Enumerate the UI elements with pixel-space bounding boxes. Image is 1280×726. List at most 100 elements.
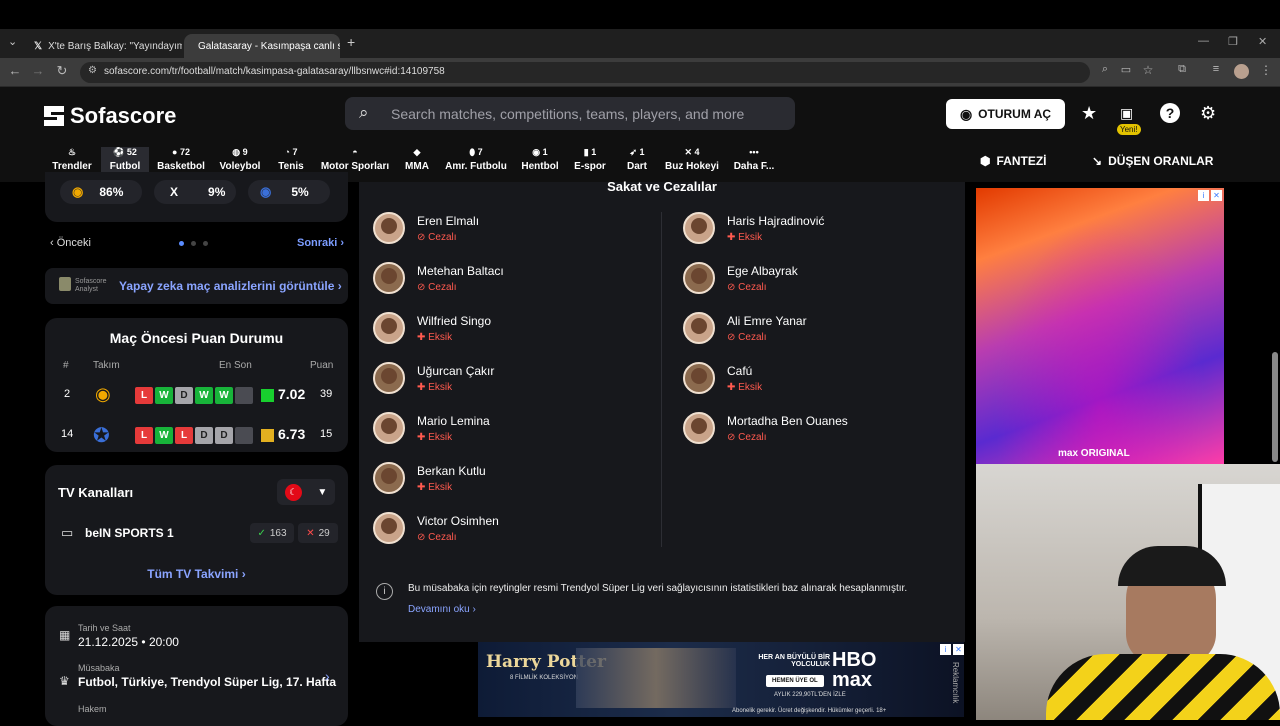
sport-tab-dart[interactable]: ➶ 1 Dart <box>620 147 654 181</box>
rating-note: Bu müsabaka için reytingler resmi Trendy… <box>408 583 908 594</box>
bottom-advertisement[interactable]: Harry Potter 8 FİLMLİK KOLEKSİYON HER AN… <box>478 642 964 717</box>
sport-count: 4 <box>694 147 700 157</box>
browser-tab[interactable]: 𝕏 X'te Barış Balkay: "Yayındayım. I ✕ <box>26 34 182 58</box>
sport-tab-amr-futbolu[interactable]: ⬮ 7 Amr. Futbolu <box>444 147 508 181</box>
settings-gear-icon[interactable]: ⚙ <box>1200 103 1216 124</box>
vote-down-button[interactable]: ✕ 29 <box>298 523 338 543</box>
minimize-icon[interactable]: — <box>1198 35 1209 47</box>
draw-probability[interactable]: X 9% <box>154 180 236 204</box>
close-window-icon[interactable]: ✕ <box>1258 35 1267 48</box>
ai-analysis-link[interactable]: Yapay zeka maç analizlerini görüntüle › <box>119 279 342 293</box>
injured-player-row[interactable]: Berkan Kutlu ✚ Eksik <box>373 458 486 498</box>
home-probability[interactable]: ◉ 86% <box>60 180 142 204</box>
forward-icon[interactable]: → <box>29 63 47 78</box>
side-advertisement[interactable]: i ✕ max ORIGINAL <box>976 188 1224 464</box>
browser-tab-active[interactable]: Galatasaray - Kasımpaşa canlı s ✕ <box>184 34 340 58</box>
match-date: 21.12.2025 <box>78 635 139 649</box>
pager-dot[interactable] <box>179 241 184 246</box>
read-more-label: Devamını oku <box>408 604 470 615</box>
sport-count: 9 <box>242 147 248 157</box>
sport-label: Trendler <box>52 161 92 172</box>
sport-tab-espor[interactable]: ▮ 1 E-spor <box>571 147 609 181</box>
ad-side-label: max ORIGINAL <box>1058 448 1130 459</box>
ad-info-icon[interactable]: i <box>940 644 951 655</box>
banner-cta-button[interactable]: HEMEN ÜYE OL <box>766 675 824 687</box>
form-badge: L <box>175 427 193 444</box>
ad-close-icon[interactable]: ✕ <box>953 644 964 655</box>
suspended-icon: ⊘ <box>727 431 739 443</box>
injured-player-row[interactable]: Victor Osimhen ⊘ Cezalı <box>373 508 499 548</box>
sofascore-logo[interactable]: Sofascore <box>44 103 176 129</box>
media-icon[interactable]: ≡ <box>1207 63 1225 75</box>
injured-player-row[interactable]: Eren Elmalı ⊘ Cezalı <box>373 208 479 248</box>
row-rank: 2 <box>64 388 71 400</box>
help-icon[interactable]: ? <box>1160 103 1180 123</box>
player-avatar <box>373 262 405 294</box>
col-points: Puan <box>310 360 334 371</box>
injured-player-row[interactable]: Mario Lemina ✚ Eksik <box>373 408 490 448</box>
search-input[interactable]: ⌕ Search matches, competitions, teams, p… <box>345 97 795 130</box>
bookmark-star-icon[interactable]: ☆ <box>1139 63 1157 77</box>
address-bar-row: ← → ↻ ⚙ sofascore.com/tr/football/match/… <box>0 58 1280 87</box>
status-label: Eksik <box>428 331 453 343</box>
sport-tab-hentbol[interactable]: ◉ 1 Hentbol <box>519 147 561 181</box>
url-field[interactable]: ⚙ sofascore.com/tr/football/match/kasimp… <box>80 62 1090 83</box>
player-avatar <box>683 362 715 394</box>
page-scrollbar[interactable] <box>1272 352 1278 462</box>
ai-analysis-banner[interactable]: Sofascore Analyst Yapay zeka maç analizl… <box>45 268 348 304</box>
injured-player-row[interactable]: Haris Hajradinović ✚ Eksik <box>683 208 824 248</box>
player-name: Victor Osimhen <box>417 513 499 528</box>
injured-player-row[interactable]: Ali Emre Yanar ⊘ Cezalı <box>683 308 807 348</box>
injured-player-row[interactable]: Metehan Baltacı ⊘ Cezalı <box>373 258 504 298</box>
favorites-star-icon[interactable]: ★ <box>1081 103 1097 124</box>
back-icon[interactable]: ← <box>6 63 24 78</box>
rating-swatch <box>261 389 274 402</box>
fantezi-link[interactable]: ⬢ FANTEZİ <box>980 154 1046 168</box>
next-button[interactable]: Sonraki › <box>297 237 344 249</box>
ad-info-icon[interactable]: i <box>1198 190 1209 201</box>
country-select[interactable]: ☾ ▼ <box>277 479 335 505</box>
pager-dot[interactable] <box>203 241 208 246</box>
injured-player-row[interactable]: Mortadha Ben Ouanes ⊘ Cezalı <box>683 408 848 448</box>
browser-menu-icon[interactable]: ⋮ <box>1257 63 1275 77</box>
standings-row[interactable]: 2 ◉ L W D W W 7.02 39 <box>45 380 348 410</box>
zoom-icon[interactable]: ⌕ <box>1096 63 1114 76</box>
reload-icon[interactable]: ↻ <box>53 63 71 79</box>
new-tab-icon[interactable]: + <box>347 34 355 50</box>
player-status: ⊘ Cezalı <box>417 232 479 243</box>
vote-up-button[interactable]: ✓ 163 <box>250 523 294 543</box>
injured-player-row[interactable]: Ege Albayrak ⊘ Cezalı <box>683 258 798 298</box>
ad-close-icon[interactable]: ✕ <box>1211 190 1222 201</box>
all-tv-schedule-link[interactable]: Tüm TV Takvimi › <box>45 567 348 581</box>
site-info-icon[interactable]: ⚙ <box>88 65 97 76</box>
tv-channel-name[interactable]: beIN SPORTS 1 <box>85 526 174 540</box>
tab-title: X'te Barış Balkay: "Yayındayım. I <box>48 40 182 52</box>
dusen-oranlar-label: DÜŞEN ORANLAR <box>1108 154 1214 168</box>
sport-tab-more[interactable]: ••• Daha F... <box>732 147 776 181</box>
chevron-right-icon[interactable]: › <box>325 668 330 684</box>
standings-row[interactable]: 14 ✪ L W L D D 6.73 15 <box>45 420 348 450</box>
cast-icon[interactable]: ▭ <box>1117 63 1135 76</box>
away-probability[interactable]: ◉ 5% <box>248 180 330 204</box>
previous-button[interactable]: ‹ Önceki <box>50 237 91 249</box>
vote-down-count: 29 <box>318 527 330 539</box>
injured-player-row[interactable]: Wilfried Singo ✚ Eksik <box>373 308 491 348</box>
sport-tab-buz-hokeyi[interactable]: ✕ 4 Buz Hokeyi <box>664 147 720 181</box>
tv-icon[interactable]: ▣ <box>1120 105 1133 122</box>
sport-count: 1 <box>542 147 548 157</box>
tab-list-icon[interactable]: ⌄ <box>8 35 17 48</box>
dusen-oranlar-link[interactable]: ↘ DÜŞEN ORANLAR <box>1092 154 1213 168</box>
injured-player-row[interactable]: Cafú ✚ Eksik <box>683 358 762 398</box>
read-more-link[interactable]: Devamını oku › <box>408 604 476 615</box>
sport-tab-mma[interactable]: ◆ MMA <box>400 147 434 181</box>
injured-player-row[interactable]: Uğurcan Çakır ✚ Eksik <box>373 358 494 398</box>
player-avatar <box>683 212 715 244</box>
competition-name[interactable]: Futbol, Türkiye, Trendyol Süper Lig, 17.… <box>78 675 336 689</box>
profile-avatar[interactable] <box>1234 64 1249 79</box>
extensions-icon[interactable]: ⧉ <box>1173 63 1191 76</box>
maximize-icon[interactable]: ❐ <box>1228 35 1238 48</box>
check-icon: ✓ <box>257 527 266 539</box>
search-icon: ⌕ <box>359 103 369 122</box>
pager-dot[interactable] <box>191 241 196 246</box>
login-button[interactable]: ◉ OTURUM AÇ <box>946 99 1065 129</box>
